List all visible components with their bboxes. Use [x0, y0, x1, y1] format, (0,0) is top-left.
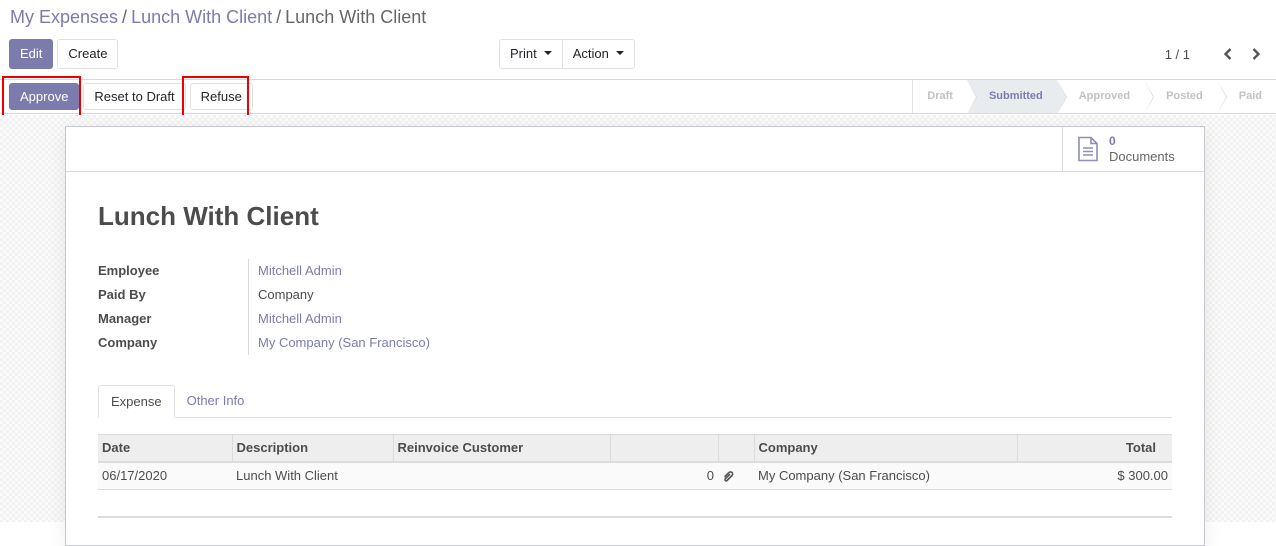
- stage-approved[interactable]: Approved: [1056, 80, 1155, 114]
- field-label: Company: [98, 335, 158, 350]
- tab-expense[interactable]: Expense: [98, 385, 175, 418]
- cell-company: My Company (San Francisco): [754, 461, 1017, 490]
- stage-posted[interactable]: Posted: [1144, 80, 1227, 114]
- field-group: Employee Mitchell Admin Paid By Company …: [98, 259, 430, 355]
- print-dropdown[interactable]: Print: [499, 39, 563, 69]
- smart-button-box: 0 Documents: [66, 127, 1204, 172]
- edit-button[interactable]: Edit: [9, 39, 54, 69]
- sidebar-buttons: Print Action: [499, 39, 635, 69]
- field-company: Company My Company (San Francisco): [98, 331, 430, 355]
- stage-draft[interactable]: Draft: [912, 80, 977, 114]
- column-header-attachment[interactable]: [717, 434, 754, 463]
- breadcrumb-separator: /: [122, 7, 128, 27]
- column-header-company[interactable]: Company: [753, 434, 1017, 463]
- control-panel: My Expenses / Lunch With Client / Lunch With…: [0, 0, 1276, 80]
- pager-next-button[interactable]: [1246, 44, 1266, 64]
- pager-previous-button[interactable]: [1218, 44, 1238, 64]
- documents-label: Documents: [1109, 149, 1175, 164]
- record-title: Lunch With Client: [98, 201, 319, 231]
- paid-by-value: Company: [248, 283, 314, 307]
- table-row[interactable]: 06/17/2020 Lunch With Client 0 My Compan…: [98, 461, 1172, 490]
- stage-submitted[interactable]: Submitted: [966, 80, 1067, 114]
- print-label: Print: [510, 46, 537, 61]
- column-header-attachments-count[interactable]: [609, 434, 718, 463]
- pager-value[interactable]: 1 / 1: [1165, 47, 1190, 62]
- notebook-tabs: Expense Other Info: [98, 385, 1172, 418]
- table-header-row: Date Description Reinvoice Customer Comp…: [98, 434, 1172, 463]
- field-label: Paid By: [98, 287, 146, 302]
- create-button[interactable]: Create: [57, 39, 119, 69]
- action-label: Action: [572, 46, 609, 61]
- pager: 1 / 1: [1165, 44, 1266, 64]
- approve-button[interactable]: Approve: [9, 83, 80, 110]
- documents-count: 0: [1109, 134, 1116, 148]
- chevron-left-icon: [1223, 48, 1232, 60]
- employee-link[interactable]: Mitchell Admin: [248, 259, 342, 283]
- field-label: Employee: [98, 263, 160, 278]
- field-employee: Employee Mitchell Admin: [98, 259, 430, 283]
- expense-lines-table: Date Description Reinvoice Customer Comp…: [98, 434, 1172, 490]
- sheet-background: 0 Documents Lunch With Client Employee M…: [0, 115, 1276, 546]
- document-icon: [1078, 136, 1098, 162]
- field-manager: Manager Mitchell Admin: [98, 307, 430, 331]
- status-actions: Approve Reset to Draft Refuse: [9, 83, 253, 110]
- table-footer-divider: [98, 516, 1172, 518]
- status-stages: Draft Submitted Approved Posted Paid: [912, 80, 1276, 114]
- breadcrumb: My Expenses / Lunch With Client / Lunch With…: [10, 6, 426, 28]
- main-buttons: Edit Create: [9, 39, 119, 69]
- cell-date: 06/17/2020: [98, 461, 232, 490]
- documents-stat: 0 Documents: [1109, 134, 1175, 164]
- column-header-date[interactable]: Date: [98, 434, 232, 463]
- tab-other-info[interactable]: Other Info: [175, 385, 257, 418]
- action-dropdown[interactable]: Action: [562, 39, 635, 69]
- chevron-right-icon: [1252, 48, 1261, 60]
- cell-attachment[interactable]: [718, 461, 754, 490]
- breadcrumb-separator: /: [276, 7, 282, 27]
- column-header-description[interactable]: Description: [231, 434, 393, 463]
- reset-to-draft-button[interactable]: Reset to Draft: [83, 83, 186, 110]
- refuse-button[interactable]: Refuse: [189, 83, 253, 110]
- documents-smart-button[interactable]: 0 Documents: [1062, 127, 1204, 171]
- breadcrumb-my-expenses[interactable]: My Expenses: [10, 7, 118, 27]
- column-header-reinvoice-customer[interactable]: Reinvoice Customer: [392, 434, 610, 463]
- field-label: Manager: [98, 311, 152, 326]
- caret-down-icon: [543, 51, 552, 56]
- cell-reinvoice-customer: [393, 461, 610, 490]
- column-header-total[interactable]: Total: [1016, 434, 1172, 463]
- company-link[interactable]: My Company (San Francisco): [248, 331, 430, 355]
- cell-attachment-count: 0: [610, 461, 718, 490]
- cell-total: $ 300.00: [1017, 461, 1172, 490]
- paperclip-icon: [724, 470, 734, 482]
- breadcrumb-current: Lunch With Client: [285, 7, 427, 27]
- breadcrumb-expense-report[interactable]: Lunch With Client: [131, 7, 272, 27]
- caret-down-icon: [615, 51, 624, 56]
- manager-link[interactable]: Mitchell Admin: [248, 307, 342, 331]
- cell-description: Lunch With Client: [232, 461, 393, 490]
- field-paid-by: Paid By Company: [98, 283, 430, 307]
- form-sheet: 0 Documents Lunch With Client Employee M…: [65, 126, 1205, 546]
- form-statusbar: Approve Reset to Draft Refuse Draft Subm…: [0, 76, 1276, 119]
